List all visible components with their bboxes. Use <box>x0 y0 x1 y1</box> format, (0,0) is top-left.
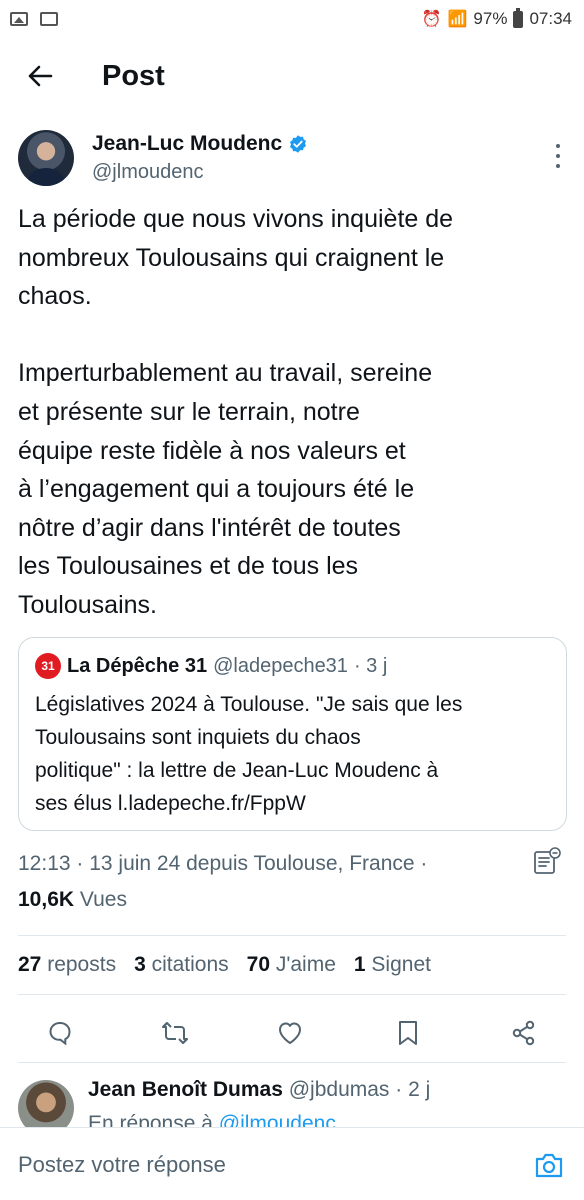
engagement-stats: 27 reposts 3 citations 70 J'aime 1 Signe… <box>18 953 431 977</box>
camera-icon <box>535 1153 563 1178</box>
avatar[interactable] <box>18 1080 74 1134</box>
camera-button[interactable] <box>533 1150 565 1180</box>
avatar[interactable] <box>18 130 74 186</box>
divider <box>18 1062 566 1063</box>
repost-button[interactable] <box>150 1008 200 1058</box>
battery-level: 97% <box>473 9 508 28</box>
analytics-button[interactable] <box>532 846 562 876</box>
bookmark-icon <box>399 1021 417 1045</box>
alarm-icon: ⏰ <box>421 11 442 28</box>
reply-time: · 2 j <box>395 1078 431 1101</box>
author-name: Jean-Luc Moudenc <box>92 132 283 155</box>
share-button[interactable] <box>499 1008 549 1058</box>
stat-label: reposts <box>47 953 117 976</box>
ladepeche-logo: 31 <box>35 653 61 679</box>
bookmark-button[interactable] <box>383 1008 433 1058</box>
repost-icon <box>162 1022 188 1044</box>
views-label: Vues <box>79 888 127 911</box>
status-notifications <box>10 12 58 26</box>
share-icon <box>512 1020 535 1046</box>
post-text: La période que nous vivons inquiète de n… <box>18 205 454 619</box>
likes-stat[interactable]: 70 J'aime <box>247 953 336 977</box>
verified-badge-icon <box>290 135 307 153</box>
post-author: Jean-Luc Moudenc @jlmoudenc <box>18 130 568 190</box>
page-title: Post <box>102 59 165 92</box>
back-button[interactable] <box>0 48 80 104</box>
quoted-post-time: · 3 j <box>353 654 388 677</box>
wifi-icon: 📶 <box>447 11 468 28</box>
quoted-author-handle: @ladepeche31 <box>213 654 348 677</box>
more-dot-icon <box>556 154 560 158</box>
gallery-icon <box>10 12 28 26</box>
quoted-post-text: Législatives 2024 à Toulouse. "Je sais q… <box>35 693 463 815</box>
reply-author-handle: @jbdumas <box>288 1078 390 1101</box>
views-number: 10,6K <box>18 888 75 911</box>
more-dot-icon <box>556 164 560 168</box>
quotes-stat[interactable]: 3 citations <box>134 953 229 977</box>
author-handle[interactable]: @jlmoudenc <box>92 161 203 184</box>
quoted-post-card[interactable]: 31 La Dépêche 31 @ladepeche31 · 3 j Légi… <box>18 637 567 831</box>
stat-label: J'aime <box>275 953 336 976</box>
stat-count: 1 <box>353 953 366 976</box>
quoted-post-header: 31 La Dépêche 31 @ladepeche31 · 3 j <box>35 650 550 682</box>
reply-item[interactable]: Jean Benoît Dumas @jbdumas · 2 j En répo… <box>18 1074 568 1134</box>
more-options-button[interactable] <box>548 144 568 168</box>
reposts-stat[interactable]: 27 reposts <box>18 953 116 977</box>
stat-label: citations <box>151 953 229 976</box>
heart-icon <box>279 1022 301 1044</box>
reply-icon <box>49 1021 71 1046</box>
reply-header: Jean Benoît Dumas @jbdumas · 2 j <box>88 1078 430 1102</box>
status-bar: ⏰ 📶 97% 07:34 <box>0 0 584 38</box>
status-system: ⏰ 📶 97% 07:34 <box>421 7 572 29</box>
top-app-bar: Post <box>0 48 584 104</box>
voicemail-icon <box>40 12 58 26</box>
divider <box>18 994 566 995</box>
arrow-left-icon <box>28 65 53 87</box>
bookmarks-stat[interactable]: 1 Signet <box>354 953 431 977</box>
analytics-icon <box>534 847 561 874</box>
reply-button[interactable] <box>35 1008 85 1058</box>
clock: 07:34 <box>529 9 572 28</box>
stat-label: Signet <box>371 953 431 976</box>
author-name-row[interactable]: Jean-Luc Moudenc <box>92 132 308 156</box>
stat-count: 27 <box>18 953 42 976</box>
action-bar <box>0 1008 584 1058</box>
reply-input[interactable]: Postez votre réponse <box>18 1152 226 1178</box>
like-button[interactable] <box>265 1008 315 1058</box>
stat-count: 70 <box>246 953 271 976</box>
battery-icon <box>513 7 524 28</box>
more-dot-icon <box>556 144 560 148</box>
quoted-author-name: La Dépêche 31 <box>67 654 208 677</box>
divider <box>18 935 566 936</box>
post-timestamp: 12:13 · 13 juin 24 depuis Toulouse, Fran… <box>18 852 428 875</box>
reply-composer[interactable]: Postez votre réponse <box>0 1127 584 1200</box>
view-count: 10,6K Vues <box>18 888 127 912</box>
stat-count: 3 <box>134 953 146 976</box>
reply-author-name: Jean Benoît Dumas <box>88 1078 283 1101</box>
